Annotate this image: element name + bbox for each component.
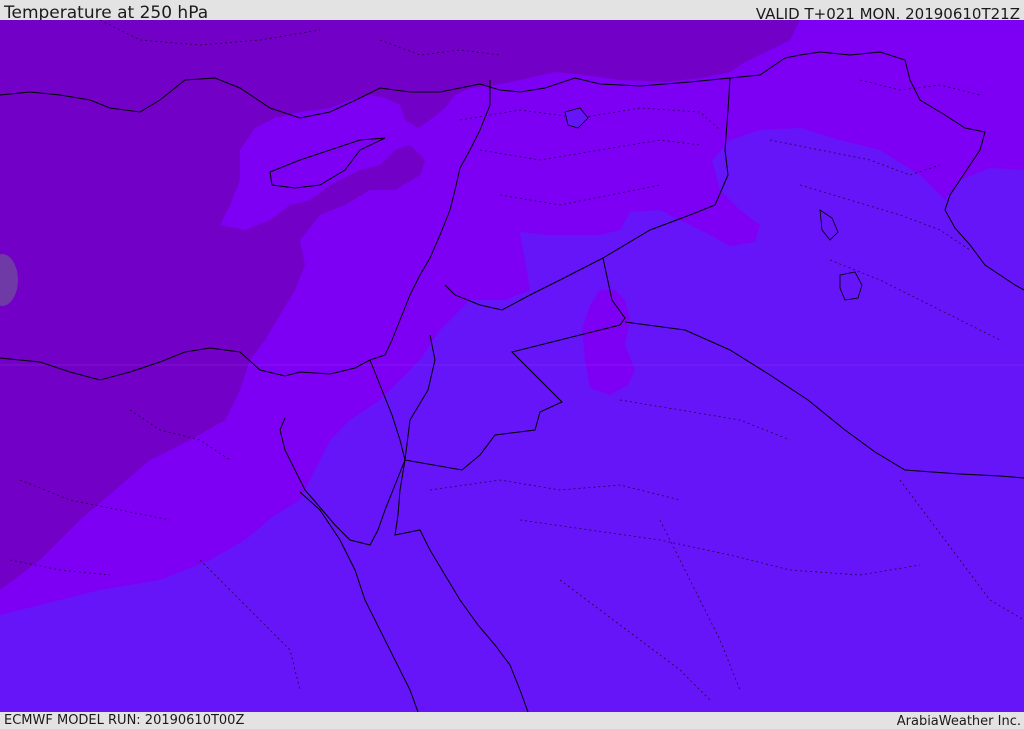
credit-label: ArabiaWeather Inc. <box>896 714 1021 729</box>
model-run-label: ECMWF MODEL RUN: 20190610T00Z <box>4 713 245 728</box>
weather-map-page: Temperature at 250 hPa VALID T+021 MON. … <box>0 0 1024 729</box>
temperature-field-svg <box>0 20 1024 712</box>
footer-bar: ECMWF MODEL RUN: 20190610T00Z ArabiaWeat… <box>0 712 1024 729</box>
header-bar: Temperature at 250 hPa VALID T+021 MON. … <box>0 0 1024 23</box>
map-canvas[interactable] <box>0 20 1024 712</box>
